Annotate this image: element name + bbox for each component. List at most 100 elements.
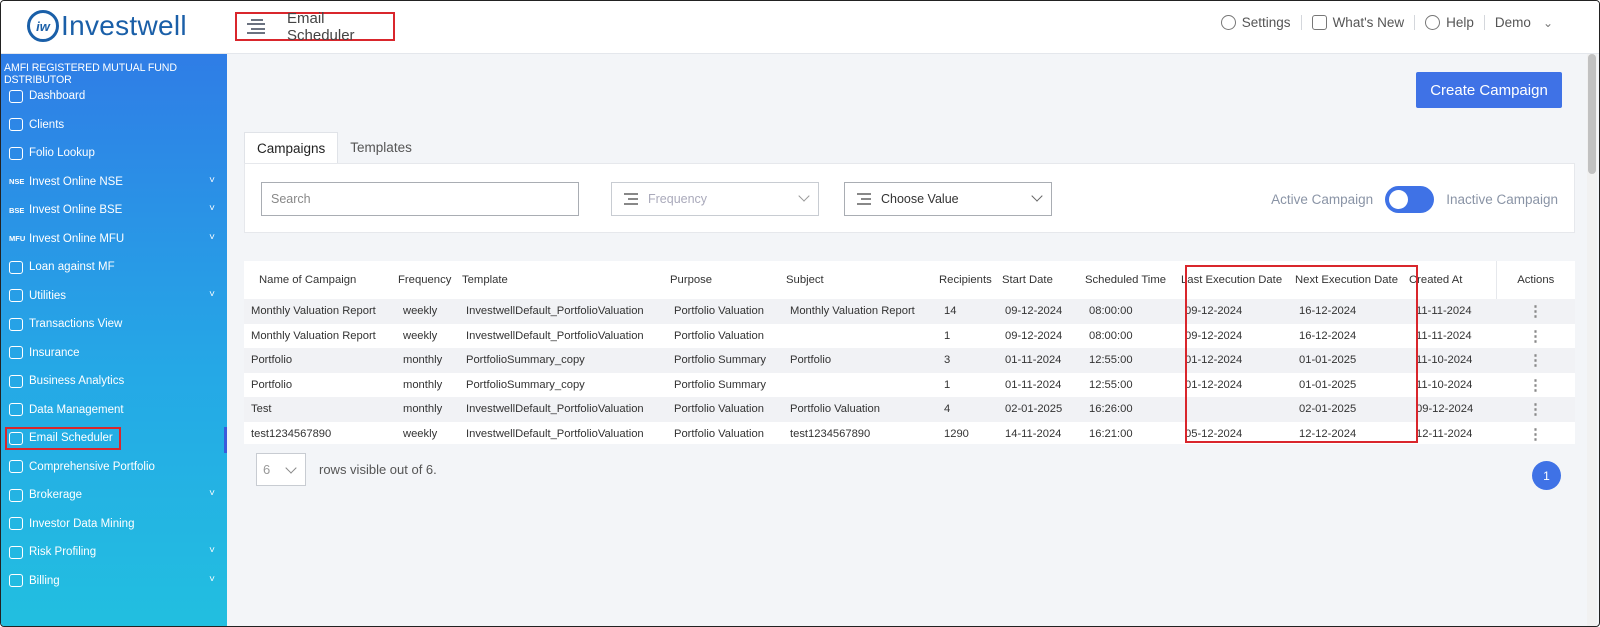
table-cell: 09-12-2024 [1416, 403, 1474, 416]
column-header-frequency[interactable]: Frequency [396, 261, 460, 299]
sidebar-item-brokerage[interactable]: Brokerage ˅ [1, 481, 227, 510]
table-cell: Portfolio Valuation [674, 329, 764, 342]
inactive-campaign-label: Inactive Campaign [1446, 192, 1558, 207]
table-row[interactable]: Monthly Valuation Report weekly Investwell… [244, 324, 1575, 349]
row-actions-menu-icon[interactable]: ⋮ [1496, 299, 1575, 324]
brand-logo[interactable]: iw Investwell [27, 10, 187, 42]
table-cell [1177, 397, 1291, 422]
brand-name: Investwell [61, 10, 187, 41]
table-row[interactable]: Test monthly InvestwellDefault_PortfolioVa… [244, 397, 1575, 422]
help-link[interactable]: Help [1415, 15, 1485, 30]
sidebar-item-business-analytics[interactable]: Business Analytics [1, 367, 227, 396]
row-actions-menu-icon[interactable]: ⋮ [1496, 324, 1575, 349]
table-row[interactable]: Portfolio monthly PortfolioSummary_copy Por… [244, 348, 1575, 373]
rows-per-page-select[interactable]: 6 [256, 453, 306, 486]
table-cell: Portfolio [790, 354, 832, 367]
sidebar-item-folio-lookup[interactable]: Folio Lookup [1, 139, 227, 168]
table-row[interactable]: Portfolio monthly PortfolioSummary_copy Por… [244, 373, 1575, 398]
chevron-down-icon[interactable]: ˅ [209, 203, 215, 214]
campaign-table: Name of Campaign Frequency Template Purpose… [244, 261, 1575, 446]
table-row[interactable]: test1234567890 weekly InvestwellDefault_Po… [244, 422, 1575, 447]
chevron-down-icon[interactable]: ˅ [209, 488, 215, 499]
chevron-down-icon[interactable]: ˅ [209, 574, 215, 585]
sidebar-item-loan-against-mf[interactable]: Loan against MF [1, 253, 227, 282]
tab-templates[interactable]: Templates [338, 132, 424, 163]
chevron-down-icon[interactable]: ˅ [209, 545, 215, 556]
sidebar-item-data-management[interactable]: Data Management [1, 396, 227, 425]
settings-link[interactable]: Settings [1211, 15, 1302, 30]
row-actions-menu-icon[interactable]: ⋮ [1496, 422, 1575, 447]
sidebar-item-invest-online-bse[interactable]: BSE Invest Online BSE ˅ [1, 196, 227, 225]
sidebar-item-transactions-view[interactable]: Transactions View [1, 310, 227, 339]
row-actions-menu-icon[interactable]: ⋮ [1496, 397, 1575, 422]
table-cell: 14 [944, 305, 957, 318]
create-campaign-button[interactable]: Create Campaign [1416, 72, 1562, 108]
sidebar-item-utilities[interactable]: Utilities ˅ [1, 282, 227, 311]
sidebar-item-risk-profiling[interactable]: Risk Profiling ˅ [1, 538, 227, 567]
sidebar-item-comprehensive-portfolio[interactable]: Comprehensive Portfolio [1, 453, 227, 482]
campaign-status-toggle[interactable] [1385, 186, 1435, 213]
chevron-down-icon [285, 462, 297, 474]
table-cell: InvestwellDefault_PortfolioValuation [466, 305, 644, 318]
search-input[interactable]: Search [261, 182, 579, 216]
table-cell: 12:55:00 [1089, 378, 1133, 391]
table-cell: 16:21:00 [1089, 427, 1133, 440]
column-header-last-execution-date[interactable]: Last Execution Date [1177, 261, 1291, 299]
column-header-actions[interactable]: Actions [1495, 261, 1575, 299]
sidebar-item-invest-online-nse[interactable]: NSE Invest Online NSE ˅ [1, 168, 227, 197]
table-cell: 14-11-2024 [1005, 427, 1062, 440]
frequency-dropdown[interactable]: Frequency [611, 182, 819, 216]
column-header-created-at[interactable]: Created At [1409, 261, 1496, 299]
whats-new-link[interactable]: What's New [1302, 15, 1416, 30]
menu-toggle-icon[interactable] [245, 18, 265, 35]
table-cell: 16-12-2024 [1299, 305, 1357, 318]
table-cell: 4 [944, 403, 951, 416]
sidebar-item-label: Data Management [29, 403, 124, 416]
tab-campaigns[interactable]: Campaigns [244, 132, 339, 163]
scrollbar-thumb[interactable] [1588, 54, 1596, 174]
choose-value-dropdown[interactable]: Choose Value [844, 182, 1052, 216]
column-header-template[interactable]: Template [460, 261, 670, 299]
column-header-next-execution-date[interactable]: Next Execution Date [1291, 261, 1409, 299]
briefcase-icon [9, 460, 23, 474]
row-actions-menu-icon[interactable]: ⋮ [1496, 348, 1575, 373]
loan-icon [9, 260, 23, 274]
column-header-subject[interactable]: Subject [786, 261, 939, 299]
sidebar-item-dashboard[interactable]: Dashboard [1, 82, 227, 111]
table-cell: Portfolio [251, 354, 293, 367]
sidebar-item-email-scheduler[interactable]: Email Scheduler [1, 424, 227, 453]
table-cell: 3 [944, 354, 951, 367]
sidebar-item-investor-data-mining[interactable]: Investor Data Mining [1, 510, 227, 539]
page-button-current[interactable]: 1 [1532, 461, 1561, 490]
chevron-down-icon[interactable]: ˅ [209, 175, 215, 186]
table-cell: 09-12-2024 [1005, 305, 1063, 318]
table-cell: 09-12-2024 [1185, 305, 1243, 318]
page-scrollbar[interactable] [1587, 54, 1597, 626]
column-header-recipients[interactable]: Recipients [939, 261, 1002, 299]
sidebar-item-clients[interactable]: Clients [1, 111, 227, 140]
column-header-scheduled-time[interactable]: Scheduled Time [1085, 261, 1177, 299]
table-row[interactable]: Monthly Valuation Report weekly Investwell… [244, 299, 1575, 324]
sidebar-item-billing[interactable]: Billing ˅ [1, 567, 227, 596]
column-header-start-date[interactable]: Start Date [1002, 261, 1085, 299]
table-cell: Portfolio Valuation [674, 403, 764, 416]
gauge-icon [9, 545, 23, 559]
table-cell [786, 373, 939, 398]
column-header-purpose[interactable]: Purpose [670, 261, 786, 299]
table-cell: 1290 [944, 427, 969, 440]
pagination-controls: 6 rows visible out of 6. [256, 453, 437, 486]
data-icon [9, 403, 23, 417]
sidebar-item-insurance[interactable]: Insurance [1, 339, 227, 368]
table-cell: Portfolio Valuation [674, 305, 764, 318]
table-cell: 01-01-2025 [1299, 354, 1357, 367]
row-actions-menu-icon[interactable]: ⋮ [1496, 373, 1575, 398]
column-header-name-of-campaign[interactable]: Name of Campaign [244, 261, 396, 299]
user-name: Demo [1494, 15, 1531, 30]
chevron-down-icon[interactable]: ˅ [209, 232, 215, 243]
user-menu[interactable]: Demo ⌄ [1485, 15, 1563, 30]
rows-per-page-value: 6 [263, 462, 271, 477]
utilities-icon [9, 289, 23, 303]
sidebar-item-invest-online-mfu[interactable]: MFU Invest Online MFU ˅ [1, 225, 227, 254]
chevron-down-icon[interactable]: ˅ [209, 289, 215, 300]
sidebar-item-label: Clients [29, 118, 65, 131]
